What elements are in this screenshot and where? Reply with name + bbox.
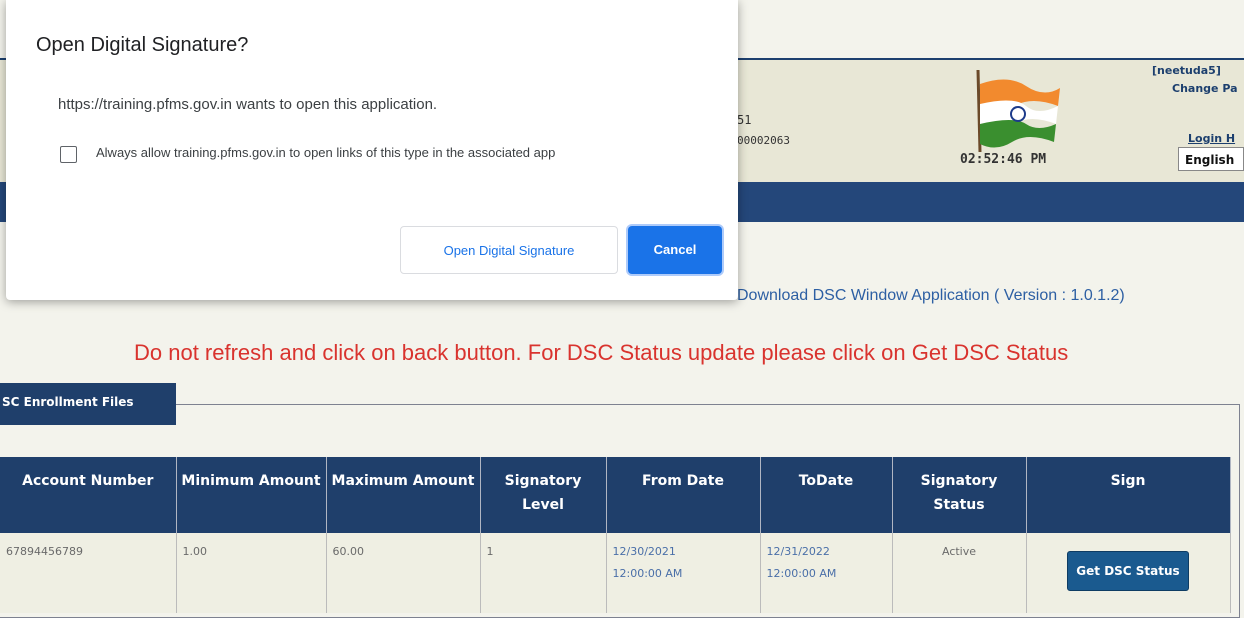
always-allow-checkbox[interactable] — [60, 146, 77, 163]
logged-in-user: [neetuda5] — [1152, 64, 1221, 77]
download-dsc-app-link[interactable]: Download DSC Window Application ( Versio… — [737, 287, 1125, 305]
col-maximum-amount: Maximum Amount — [326, 457, 481, 533]
cell-minimum-amount: 1.00 — [176, 533, 327, 613]
flag-green-band — [980, 120, 1056, 148]
cell-sign: Get DSC Status — [1026, 533, 1231, 613]
flag-pole — [976, 69, 982, 153]
col-signatory-level: Signatory Level — [480, 457, 607, 533]
col-from-date: From Date — [606, 457, 761, 533]
open-app-dialog: Open Digital Signature? https://training… — [6, 0, 738, 300]
change-password-link[interactable]: Change Pa — [1172, 82, 1238, 95]
col-minimum-amount: Minimum Amount — [176, 457, 327, 533]
always-allow-label[interactable]: Always allow training.pfms.gov.in to ope… — [96, 145, 555, 160]
cancel-button[interactable]: Cancel — [628, 226, 722, 274]
server-clock: 02:52:46 PM — [960, 152, 1047, 167]
col-signatory-status: Signatory Status — [892, 457, 1027, 533]
warning-message: Do not refresh and click on back button.… — [134, 340, 1069, 365]
from-date-value: 12/30/2021 — [612, 545, 676, 558]
login-history-link[interactable]: Login H — [1188, 132, 1235, 145]
cell-to-date: 12/31/2022 12:00:00 AM — [760, 533, 893, 613]
col-account-number: Account Number — [0, 457, 177, 533]
get-dsc-status-button[interactable]: Get DSC Status — [1067, 551, 1189, 591]
cell-signatory-level: 1 — [480, 533, 607, 613]
to-date-time: 12:00:00 AM — [766, 567, 837, 580]
dsc-enrollment-table: Account Number Minimum Amount Maximum Am… — [0, 457, 1231, 613]
cell-account-number: 67894456789 — [0, 533, 177, 613]
col-sign: Sign — [1026, 457, 1231, 533]
table-row: 67894456789 1.00 60.00 1 12/30/2021 12:0… — [0, 533, 1231, 613]
table-header-row: Account Number Minimum Amount Maximum Am… — [0, 457, 1231, 533]
open-digital-signature-button[interactable]: Open Digital Signature — [400, 226, 618, 274]
cell-maximum-amount: 60.00 — [326, 533, 481, 613]
from-date-time: 12:00:00 AM — [612, 567, 683, 580]
cell-from-date: 12/30/2021 12:00:00 AM — [606, 533, 761, 613]
to-date-value: 12/31/2022 — [766, 545, 830, 558]
dialog-message: https://training.pfms.gov.in wants to op… — [58, 96, 438, 113]
col-to-date: ToDate — [760, 457, 893, 533]
india-flag-icon — [976, 69, 1060, 153]
enrollment-files-tab: SC Enrollment Files — [0, 383, 176, 425]
header-code-text: 00002063 — [737, 134, 790, 147]
header-info-text: 51 — [737, 113, 752, 127]
dialog-title: Open Digital Signature? — [36, 34, 249, 56]
language-select[interactable]: English — [1178, 147, 1244, 171]
cell-signatory-status: Active — [892, 533, 1027, 613]
